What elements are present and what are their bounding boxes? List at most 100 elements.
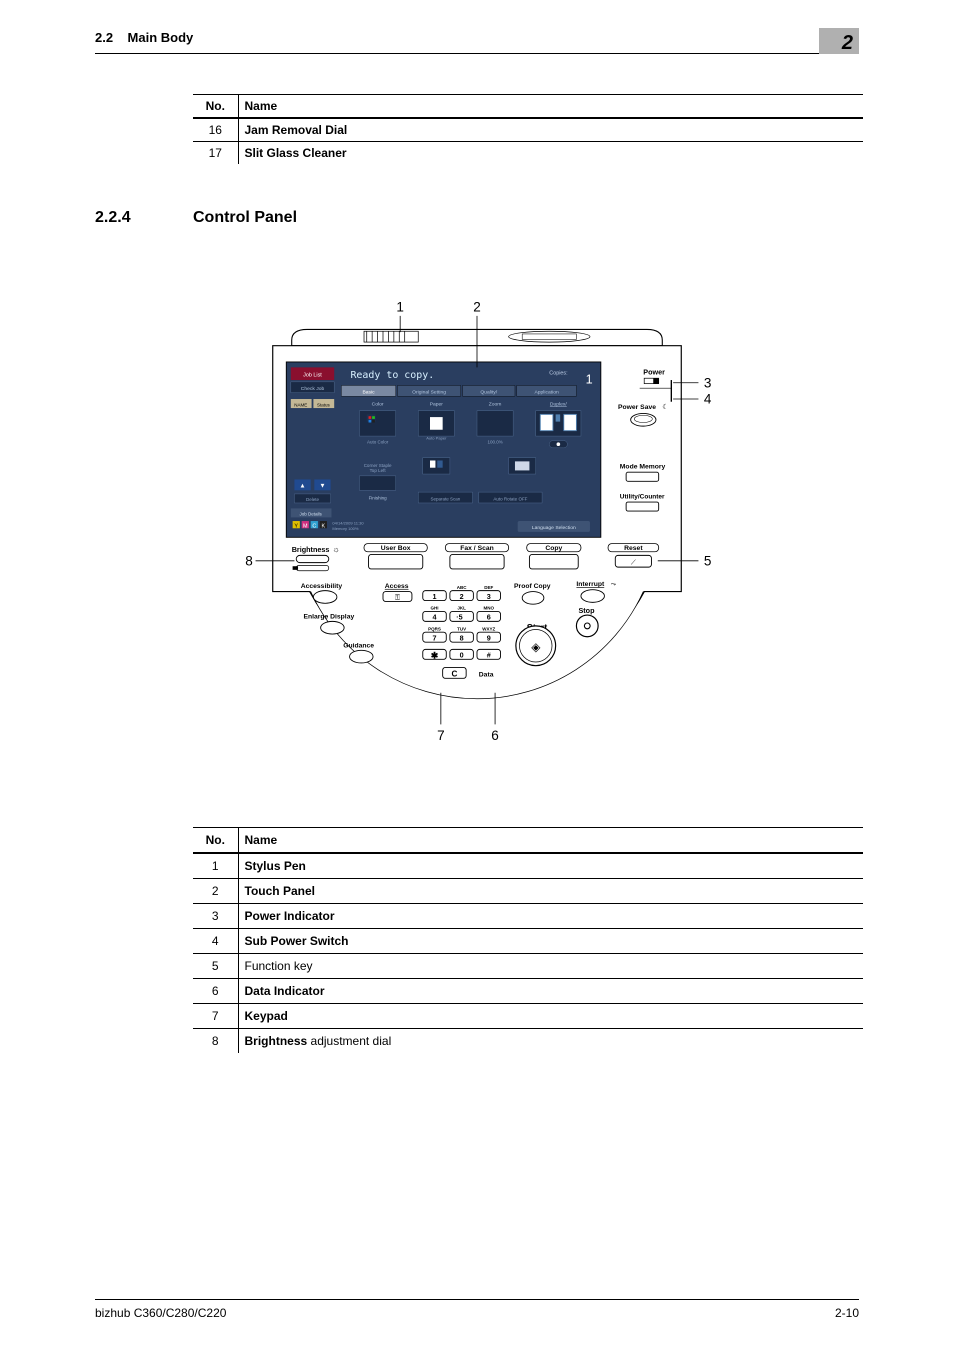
- svg-text:✱: ✱: [431, 650, 439, 660]
- lbl-memory: Memory 100%: [332, 526, 358, 531]
- table1-head-no: No.: [193, 95, 238, 119]
- lbl-paper: Paper: [430, 401, 444, 407]
- lbl-name: NAME: [294, 402, 307, 407]
- svg-text:ABC: ABC: [457, 585, 467, 590]
- arrow-up-icon: ▲: [299, 483, 305, 490]
- table-row: 2Touch Panel: [193, 879, 863, 904]
- svg-text:3: 3: [487, 592, 491, 601]
- table-jam-slit: No. Name 16 Jam Removal Dial 17 Slit Gla…: [193, 94, 863, 164]
- table2-head-name: Name: [238, 828, 863, 854]
- lbl-power: Power: [643, 368, 665, 377]
- tab-application: Application: [534, 390, 559, 396]
- section-heading: 2.2.4Control Panel: [95, 209, 859, 227]
- lbl-faxscan: Fax / Scan: [460, 545, 493, 552]
- lbl-proof: Proof Copy: [514, 583, 551, 590]
- table2-cell-no: 2: [193, 879, 238, 904]
- table2-cell-no: 6: [193, 979, 238, 1004]
- table-row: 6Data Indicator: [193, 979, 863, 1004]
- svg-text:0: 0: [460, 651, 464, 660]
- lbl-sepscan: Separate Scan: [430, 496, 460, 501]
- lbl-reset: Reset: [624, 545, 643, 552]
- lbl-100: 100.0%: [487, 439, 502, 444]
- table2-cell-name: Brightness adjustment dial: [238, 1029, 863, 1054]
- page-footer: bizhub C360/C280/C220 2-10: [95, 1299, 859, 1320]
- lbl-zoom: Zoom: [489, 401, 502, 407]
- lbl-data: Data: [479, 672, 494, 679]
- screen-joblist: Job List: [303, 372, 322, 378]
- svg-text:#: #: [487, 651, 491, 660]
- lbl-utility: Utility/Counter: [620, 493, 665, 500]
- lbl-userbox: User Box: [381, 545, 411, 552]
- lbl-modememory: Mode Memory: [620, 464, 666, 471]
- lbl-corner: Corner Staple: [364, 463, 392, 468]
- svg-text:8: 8: [245, 553, 253, 568]
- table1-cell-name: Jam Removal Dial: [238, 118, 863, 142]
- svg-text:6: 6: [491, 728, 499, 743]
- tab-basic: Basic: [362, 390, 375, 396]
- lbl-finishing: Finishing: [369, 495, 388, 500]
- lbl-date: 04/14/2009 11:30: [332, 521, 364, 526]
- lbl-accessibility: Accessibility: [301, 583, 343, 590]
- table2-cell-name: Function key: [238, 954, 863, 979]
- tab-quality: Quality/: [480, 390, 497, 396]
- table1-cell-no: 17: [193, 142, 238, 165]
- table-row: 16 Jam Removal Dial: [193, 118, 863, 142]
- table2-cell-name: Keypad: [238, 1004, 863, 1029]
- start-diamond-icon: ◈: [531, 641, 541, 654]
- table2-cell-name: Power Indicator: [238, 904, 863, 929]
- svg-text:4: 4: [704, 392, 712, 407]
- svg-text:2: 2: [460, 592, 464, 601]
- svg-text:5: 5: [704, 553, 712, 568]
- lbl-langsel: Language Selection: [532, 525, 576, 531]
- svg-text:9: 9: [487, 633, 491, 642]
- svg-text:·5: ·5: [456, 613, 462, 622]
- lbl-enlarge: Enlarge Display: [303, 614, 354, 621]
- table2-cell-no: 1: [193, 853, 238, 879]
- lbl-brightness: Brightness: [292, 545, 330, 554]
- lbl-copy: Copy: [545, 545, 562, 552]
- svg-text:M: M: [303, 523, 308, 529]
- svg-text:Y: Y: [294, 523, 298, 529]
- lbl-jobdetails: Job Details: [300, 512, 323, 517]
- table2-cell-name: Stylus Pen: [238, 853, 863, 879]
- table-row: 1Stylus Pen: [193, 853, 863, 879]
- table2-cell-no: 8: [193, 1029, 238, 1054]
- lbl-delete: Delete: [306, 497, 320, 502]
- svg-text:C: C: [312, 523, 316, 529]
- svg-text:7: 7: [433, 633, 437, 642]
- table2-cell-no: 5: [193, 954, 238, 979]
- table1-cell-no: 16: [193, 118, 238, 142]
- interrupt-icon: ⤳: [611, 581, 616, 588]
- svg-text:4: 4: [433, 613, 437, 622]
- table-row: 7Keypad: [193, 1004, 863, 1029]
- footer-left: bizhub C360/C280/C220: [95, 1306, 226, 1320]
- table-row: 4Sub Power Switch: [193, 929, 863, 954]
- table2-cell-no: 3: [193, 904, 238, 929]
- table-row: 5Function key: [193, 954, 863, 979]
- svg-text:7: 7: [437, 728, 445, 743]
- sun-icon: ☼: [332, 545, 339, 554]
- section-title-text: Control Panel: [193, 209, 297, 226]
- header-section: 2.2 Main Body: [95, 30, 193, 45]
- header-rule: [95, 53, 859, 54]
- svg-text:1: 1: [433, 592, 437, 601]
- svg-text:3: 3: [704, 375, 712, 390]
- key-icon: ⚿: [395, 595, 400, 602]
- lbl-color: Color: [372, 401, 384, 407]
- lbl-autopaper: Auto Paper: [426, 436, 447, 441]
- svg-text:GHI: GHI: [431, 606, 439, 611]
- lbl-status: Status: [317, 402, 331, 407]
- header-section-label: Main Body: [128, 30, 194, 45]
- page-header: 2.2 Main Body: [95, 30, 859, 45]
- table2-cell-name: Touch Panel: [238, 879, 863, 904]
- screen-copies-label: Copies:: [549, 371, 568, 377]
- tab-original: Original Setting: [412, 390, 446, 396]
- header-section-no: 2.2: [95, 30, 113, 45]
- svg-text:8: 8: [460, 633, 464, 642]
- arrow-down-icon: ▼: [319, 483, 325, 490]
- control-panel-diagram: Job List Ready to copy. Copies: 1 Check …: [242, 277, 712, 747]
- table-row: 17 Slit Glass Cleaner: [193, 142, 863, 165]
- svg-text:JKL: JKL: [457, 606, 466, 611]
- table2-cell-no: 4: [193, 929, 238, 954]
- table2-cell-no: 7: [193, 1004, 238, 1029]
